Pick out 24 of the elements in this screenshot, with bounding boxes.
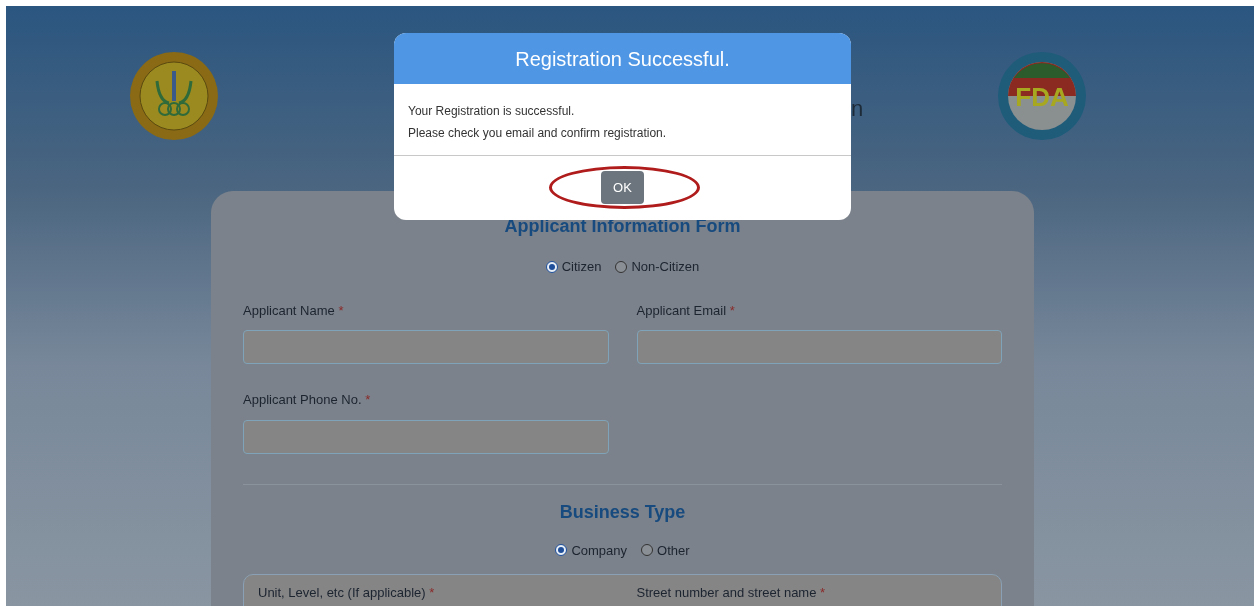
section-title: Business Type [558,502,687,521]
radio-button[interactable] [615,260,628,273]
dialog-message: Your Registration is successful. [408,103,576,120]
radio-label[interactable]: Company [571,540,628,560]
field-label: Applicant Name * [243,301,345,320]
radio-button[interactable] [641,544,654,557]
text-input[interactable] [636,330,1002,364]
text-input[interactable] [243,330,609,364]
field-label: Street number and street name * [636,584,827,602]
radio-button[interactable] [545,260,558,273]
form-title: Applicant Information Form [503,217,742,235]
page-heading: n [851,95,864,123]
dialog-title: Registration Successful. [394,33,851,84]
dialog-message: Please check you email and confirm registration. [408,125,668,142]
field-label: Applicant Email * [636,301,736,320]
text-input[interactable] [243,419,609,454]
field-label: Applicant Phone No. * [243,391,372,409]
radio-button[interactable] [555,544,568,557]
radio-label[interactable]: Other [657,540,690,560]
radio-label[interactable]: Non-Citizen [631,257,700,277]
radio-label[interactable]: Citizen [561,257,602,277]
field-label: Unit, Level, etc (If applicable) * [258,584,436,602]
ministry-emblem-icon [129,51,219,141]
ok-button[interactable]: OK [601,171,644,204]
